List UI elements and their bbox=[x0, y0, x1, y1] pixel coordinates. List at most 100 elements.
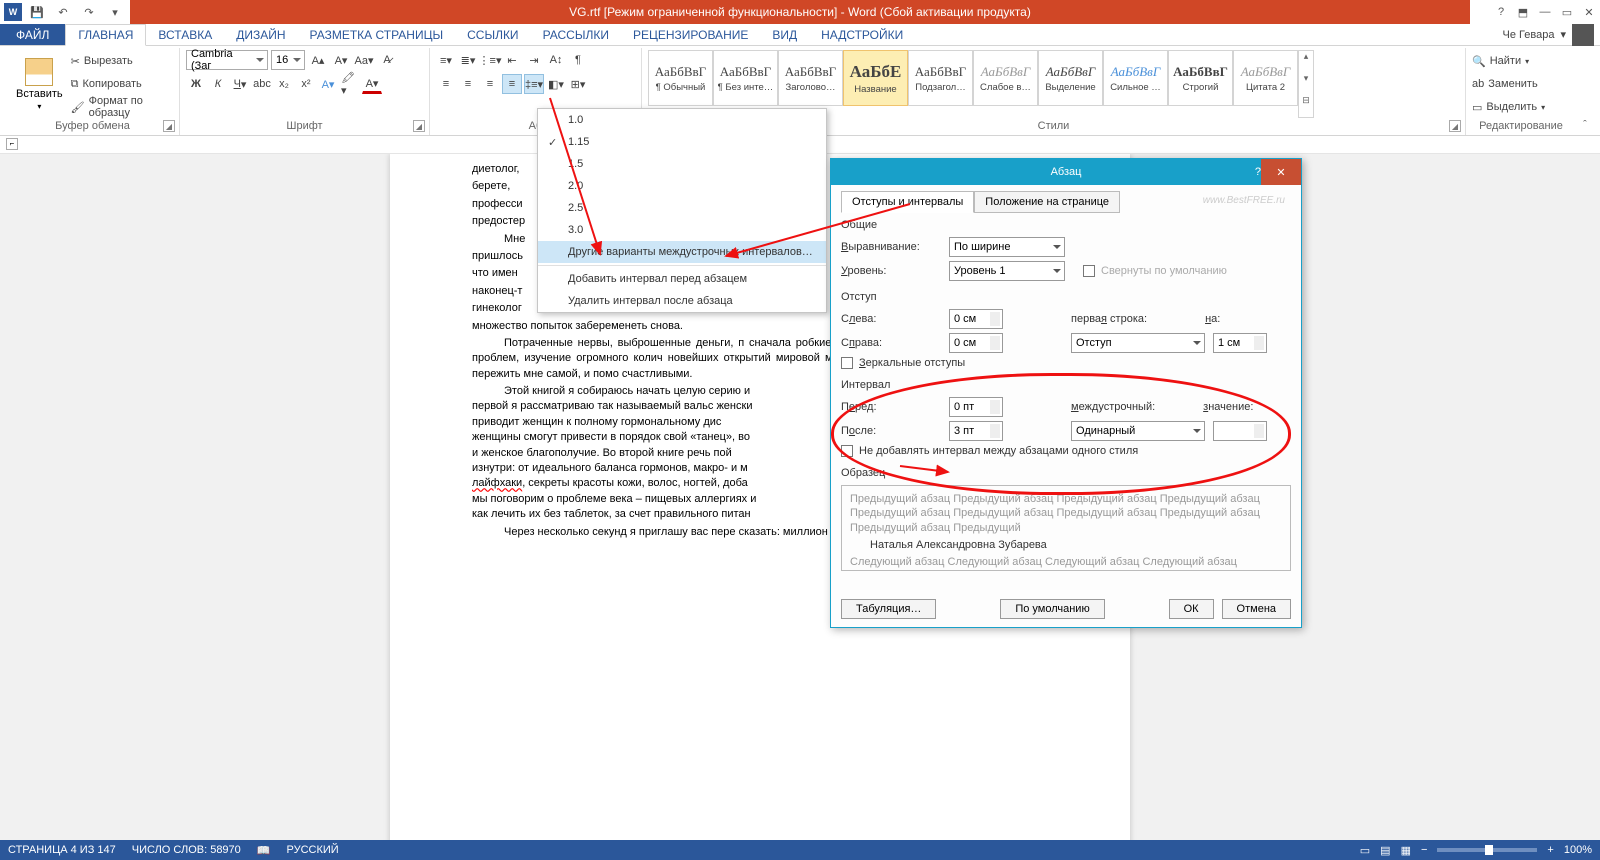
tab-file[interactable]: ФАЙЛ bbox=[0, 24, 65, 45]
ls-20[interactable]: 2.0 bbox=[538, 175, 826, 197]
dialog-titlebar[interactable]: Абзац ? ✕ bbox=[831, 159, 1301, 185]
font-launcher[interactable]: ◢ bbox=[413, 120, 425, 132]
indent-right-spin[interactable]: 0 см bbox=[949, 333, 1003, 353]
indent-left-spin[interactable]: 0 см bbox=[949, 309, 1003, 329]
web-layout-icon[interactable]: ▦ bbox=[1401, 844, 1411, 857]
justify-icon[interactable]: ≡ bbox=[502, 74, 522, 94]
dlg-tab-position[interactable]: Положение на странице bbox=[974, 191, 1120, 213]
alignment-combo[interactable]: По ширине bbox=[949, 237, 1065, 257]
grow-font-icon[interactable]: A▴ bbox=[308, 50, 328, 70]
clear-format-icon[interactable]: A̷ bbox=[377, 50, 397, 70]
cut-button[interactable]: ✂Вырезать bbox=[71, 50, 173, 72]
tab-home[interactable]: ГЛАВНАЯ bbox=[65, 24, 146, 46]
align-center-icon[interactable]: ≡ bbox=[458, 74, 478, 94]
cancel-button[interactable]: Отмена bbox=[1222, 599, 1291, 619]
firstline-by-spin[interactable]: 1 см bbox=[1213, 333, 1267, 353]
qat-customize-icon[interactable]: ▾ bbox=[104, 1, 126, 23]
text-effects-icon[interactable]: A▾ bbox=[318, 74, 338, 94]
tab-mailings[interactable]: РАССЫЛКИ bbox=[531, 24, 621, 45]
firstline-combo[interactable]: Отступ bbox=[1071, 333, 1205, 353]
decrease-indent-icon[interactable]: ⇤ bbox=[502, 50, 522, 70]
style-item[interactable]: АаБбВвГСтрогий bbox=[1168, 50, 1233, 106]
space-after-spin[interactable]: 3 пт bbox=[949, 421, 1003, 441]
show-marks-icon[interactable]: ¶ bbox=[568, 50, 588, 70]
strike-icon[interactable]: abc bbox=[252, 74, 272, 94]
style-item[interactable]: АаБбВвГПодзагол… bbox=[908, 50, 973, 106]
paste-button[interactable]: Вставить ▾ bbox=[12, 50, 67, 118]
tab-references[interactable]: ССЫЛКИ bbox=[455, 24, 530, 45]
select-button[interactable]: ▭Выделить▾ bbox=[1472, 96, 1570, 118]
align-left-icon[interactable]: ≡ bbox=[436, 74, 456, 94]
style-item[interactable]: АаБбВвГСильное … bbox=[1103, 50, 1168, 106]
ls-remove-after[interactable]: Удалить интервал после абзаца bbox=[538, 290, 826, 312]
font-size-combo[interactable]: 16 bbox=[271, 50, 305, 70]
increase-indent-icon[interactable]: ⇥ bbox=[524, 50, 544, 70]
highlight-icon[interactable]: 🖍▾ bbox=[340, 74, 360, 94]
numbering-icon[interactable]: ≣▾ bbox=[458, 50, 478, 70]
zoom-slider[interactable] bbox=[1437, 848, 1537, 852]
proofing-icon[interactable]: 📖 bbox=[257, 844, 271, 857]
dlg-tab-indents[interactable]: Отступы и интервалы bbox=[841, 191, 974, 213]
minimize-icon[interactable]: — bbox=[1534, 1, 1556, 23]
sort-icon[interactable]: A↕ bbox=[546, 50, 566, 70]
bold-icon[interactable]: Ж bbox=[186, 74, 206, 94]
change-case-icon[interactable]: Aa▾ bbox=[354, 50, 374, 70]
tab-view[interactable]: ВИД bbox=[760, 24, 809, 45]
ok-button[interactable]: ОК bbox=[1169, 599, 1214, 619]
ls-115[interactable]: 1.15 bbox=[538, 131, 826, 153]
superscript-icon[interactable]: x² bbox=[296, 74, 316, 94]
borders-icon[interactable]: ⊞▾ bbox=[568, 74, 588, 94]
outline-combo[interactable]: Уровень 1 bbox=[949, 261, 1065, 281]
format-painter-button[interactable]: 🖌Формат по образцу bbox=[71, 96, 173, 118]
print-layout-icon[interactable]: ▤ bbox=[1380, 844, 1390, 857]
user-area[interactable]: Че Гевара ▾ bbox=[1503, 24, 1600, 45]
ls-15[interactable]: 1.5 bbox=[538, 153, 826, 175]
language-indicator[interactable]: РУССКИЙ bbox=[287, 844, 339, 856]
shading-icon[interactable]: ◧▾ bbox=[546, 74, 566, 94]
mirror-checkbox[interactable]: Зеркальные отступы bbox=[841, 357, 1291, 369]
shrink-font-icon[interactable]: A▾ bbox=[331, 50, 351, 70]
collapse-ribbon-icon[interactable]: ˆ bbox=[1576, 48, 1594, 135]
find-button[interactable]: 🔍Найти▾ bbox=[1472, 50, 1570, 72]
tab-insert[interactable]: ВСТАВКА bbox=[146, 24, 224, 45]
zoom-level[interactable]: 100% bbox=[1564, 844, 1592, 856]
copy-button[interactable]: ⧉Копировать bbox=[71, 73, 173, 95]
align-right-icon[interactable]: ≡ bbox=[480, 74, 500, 94]
subscript-icon[interactable]: x₂ bbox=[274, 74, 294, 94]
style-item[interactable]: АаБбЕНазвание bbox=[843, 50, 908, 106]
tab-addins[interactable]: НАДСТРОЙКИ bbox=[809, 24, 915, 45]
tab-selector-icon[interactable]: ⌐ bbox=[6, 138, 18, 150]
redo-icon[interactable]: ↷ bbox=[78, 1, 100, 23]
tab-layout[interactable]: РАЗМЕТКА СТРАНИЦЫ bbox=[298, 24, 456, 45]
tab-review[interactable]: РЕЦЕНЗИРОВАНИЕ bbox=[621, 24, 760, 45]
close-icon[interactable]: ✕ bbox=[1578, 1, 1600, 23]
undo-icon[interactable]: ↶ bbox=[52, 1, 74, 23]
replace-button[interactable]: abЗаменить bbox=[1472, 73, 1570, 95]
clipboard-launcher[interactable]: ◢ bbox=[163, 120, 175, 132]
maximize-icon[interactable]: ▭ bbox=[1556, 1, 1578, 23]
tabs-button[interactable]: Табуляция… bbox=[841, 599, 936, 619]
default-button[interactable]: По умолчанию bbox=[1000, 599, 1104, 619]
ribbon-options-icon[interactable]: ⬒ bbox=[1512, 1, 1534, 23]
ls-30[interactable]: 3.0 bbox=[538, 219, 826, 241]
styles-launcher[interactable]: ◢ bbox=[1449, 120, 1461, 132]
bullets-icon[interactable]: ≡▾ bbox=[436, 50, 456, 70]
font-color-icon[interactable]: A▾ bbox=[362, 74, 382, 94]
style-item[interactable]: АаБбВвГЦитата 2 bbox=[1233, 50, 1298, 106]
ls-more[interactable]: Другие варианты междустрочных интервалов… bbox=[538, 241, 826, 263]
style-item[interactable]: АаБбВвГВыделение bbox=[1038, 50, 1103, 106]
ls-10[interactable]: 1.0 bbox=[538, 109, 826, 131]
style-item[interactable]: АаБбВвГЗаголово… bbox=[778, 50, 843, 106]
word-count[interactable]: ЧИСЛО СЛОВ: 58970 bbox=[132, 844, 241, 856]
ls-add-before[interactable]: Добавить интервал перед абзацем bbox=[538, 268, 826, 290]
nosame-checkbox[interactable]: Не добавлять интервал между абзацами одн… bbox=[841, 445, 1291, 457]
multilevel-icon[interactable]: ⋮≡▾ bbox=[480, 50, 500, 70]
linespacing-combo[interactable]: Одинарный bbox=[1071, 421, 1205, 441]
tab-design[interactable]: ДИЗАЙН bbox=[224, 24, 297, 45]
underline-icon[interactable]: Ч▾ bbox=[230, 74, 250, 94]
style-item[interactable]: АаБбВвГ¶ Обычный bbox=[648, 50, 713, 106]
ls-25[interactable]: 2.5 bbox=[538, 197, 826, 219]
read-mode-icon[interactable]: ▭ bbox=[1360, 844, 1370, 857]
style-item[interactable]: АаБбВвГСлабое в… bbox=[973, 50, 1038, 106]
dialog-close-icon[interactable]: ✕ bbox=[1261, 159, 1301, 185]
